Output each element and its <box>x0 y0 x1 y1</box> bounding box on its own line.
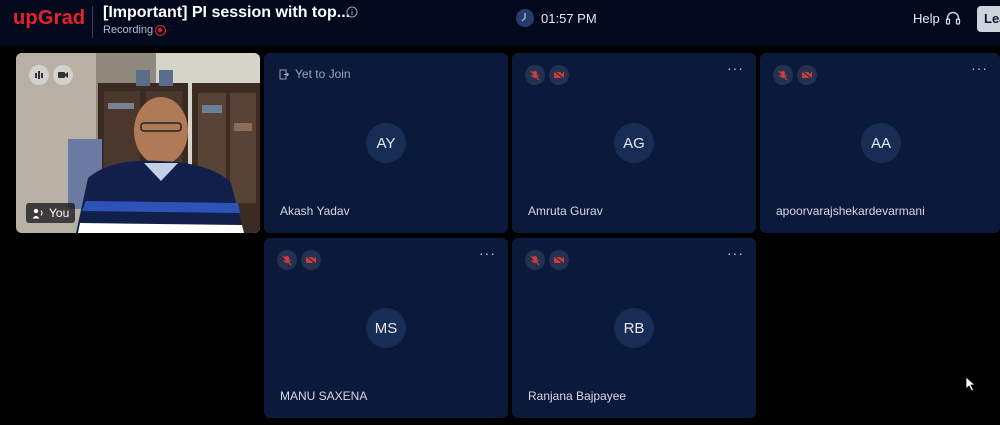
meeting-clock: 01:57 PM <box>541 11 597 26</box>
recording-icon <box>155 25 166 36</box>
avatar: RB <box>614 308 654 348</box>
camera-off-icon <box>301 250 321 270</box>
participant-name: Akash Yadav <box>280 204 350 218</box>
upgrad-logo: upGrad <box>13 7 86 29</box>
self-video-tile[interactable]: You <box>16 53 260 233</box>
participant-name: apoorvarajshekardevarmani <box>776 204 925 218</box>
audio-level-icon[interactable] <box>29 65 49 85</box>
yet-to-join-label: Yet to Join <box>295 67 351 81</box>
self-status-badges <box>29 65 73 85</box>
avatar: MS <box>366 308 406 348</box>
participant-tile[interactable]: ··· AG Amruta Gurav <box>512 53 756 233</box>
yet-to-join-status: Yet to Join <box>279 67 351 81</box>
mic-off-icon <box>773 65 793 85</box>
camera-icon[interactable] <box>53 65 73 85</box>
mic-off-icon <box>525 250 545 270</box>
speaker-user-icon <box>32 208 43 218</box>
participant-name: Amruta Gurav <box>528 204 603 218</box>
more-options-icon[interactable]: ··· <box>971 61 988 75</box>
door-exit-icon <box>279 69 289 79</box>
avatar: AA <box>861 123 901 163</box>
participant-status-badges <box>773 65 817 85</box>
avatar: AY <box>366 123 406 163</box>
more-options-icon[interactable]: ··· <box>727 246 744 260</box>
recording-label: Recording <box>103 24 154 36</box>
participant-status-badges <box>525 65 569 85</box>
participant-name: Ranjana Bajpayee <box>528 389 627 403</box>
self-name-tag: You <box>26 203 76 223</box>
leave-button[interactable]: Leave <box>977 6 1000 32</box>
more-options-icon[interactable]: ··· <box>479 246 496 260</box>
info-icon[interactable] <box>346 6 358 18</box>
participant-tile[interactable]: ··· RB Ranjana Bajpayee <box>512 238 756 418</box>
mouse-cursor-icon <box>965 376 977 392</box>
help-button[interactable]: Help <box>913 11 940 26</box>
top-bar: upGrad [Important] PI session with top..… <box>0 0 1000 46</box>
camera-off-icon <box>797 65 817 85</box>
headset-icon[interactable] <box>945 10 961 26</box>
session-title: [Important] PI session with top... <box>103 4 351 21</box>
participant-name: MANU SAXENA <box>280 389 368 403</box>
participant-tile[interactable]: ··· AA apoorvarajshekardevarmani <box>760 53 1000 233</box>
camera-off-icon <box>549 250 569 270</box>
participant-tile[interactable]: ··· MS MANU SAXENA <box>264 238 508 418</box>
mic-off-icon <box>277 250 297 270</box>
more-options-icon[interactable]: ··· <box>727 61 744 75</box>
mic-off-icon <box>525 65 545 85</box>
avatar: AG <box>614 123 654 163</box>
header-divider <box>92 6 93 38</box>
participant-status-badges <box>525 250 569 270</box>
participant-tile[interactable]: Yet to Join AY Akash Yadav <box>264 53 508 233</box>
self-label: You <box>49 206 70 220</box>
clock-icon <box>516 9 534 27</box>
camera-off-icon <box>549 65 569 85</box>
participant-status-badges <box>277 250 321 270</box>
